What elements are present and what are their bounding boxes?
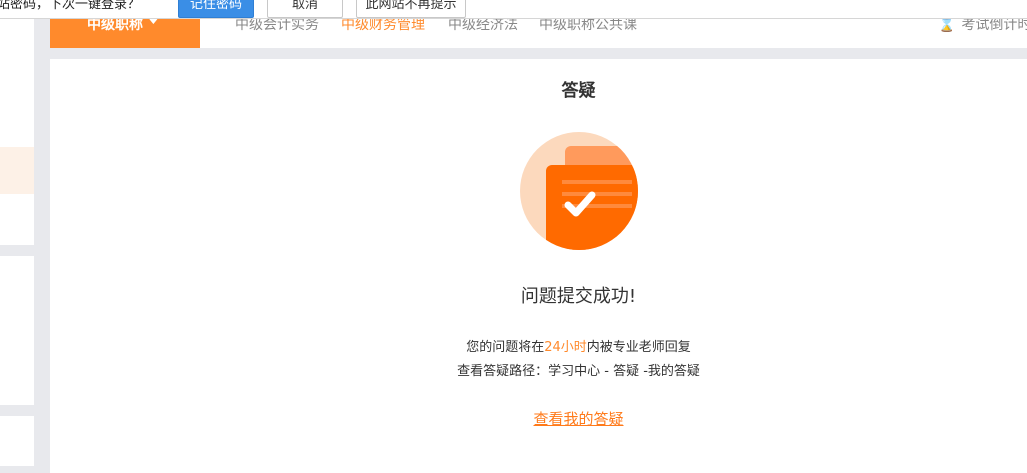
sidebar-panel-bottom (0, 416, 34, 466)
left-sidebar (0, 0, 35, 473)
sidebar-panel-top (0, 18, 34, 245)
countdown-label: 考试倒计时 (961, 17, 1027, 33)
hourglass-icon: ⌛ (938, 17, 956, 33)
view-my-questions-link[interactable]: 查看我的答疑 (50, 408, 1027, 429)
success-message: 问题提交成功! (520, 286, 637, 307)
page-title: 答疑 (561, 81, 596, 101)
success-document-icon (520, 132, 638, 250)
reply-prefix: 您的问题将在 (466, 340, 545, 355)
reply-info: 您的问题将在24小时内被专业老师回复 (50, 336, 1027, 355)
reply-suffix: 内被专业老师回复 (586, 340, 691, 355)
remember-password-button[interactable]: 记住密码 (178, 0, 254, 18)
cancel-button[interactable]: 取消 (267, 0, 343, 18)
sidebar-highlighted-item[interactable] (0, 147, 34, 194)
path-info: 查看答疑路径：学习中心 - 答疑 -我的答疑 (457, 364, 700, 379)
main-card: 答疑 问题提交成功! 您的问题将在24小时内被专业老师回复 查看答疑路径：学习中… (50, 59, 1027, 473)
never-prompt-button[interactable]: 此网站不再提示 (356, 0, 466, 18)
password-prompt-message: 是否让网站记住此网站密码，下次一键登录？ (0, 0, 141, 12)
password-save-prompt: 是否让网站记住此网站密码，下次一键登录？ 记住密码 取消 此网站不再提示 (0, 0, 1027, 19)
reply-time-highlight: 24小时 (544, 340, 587, 355)
sidebar-panel-middle (0, 256, 34, 405)
